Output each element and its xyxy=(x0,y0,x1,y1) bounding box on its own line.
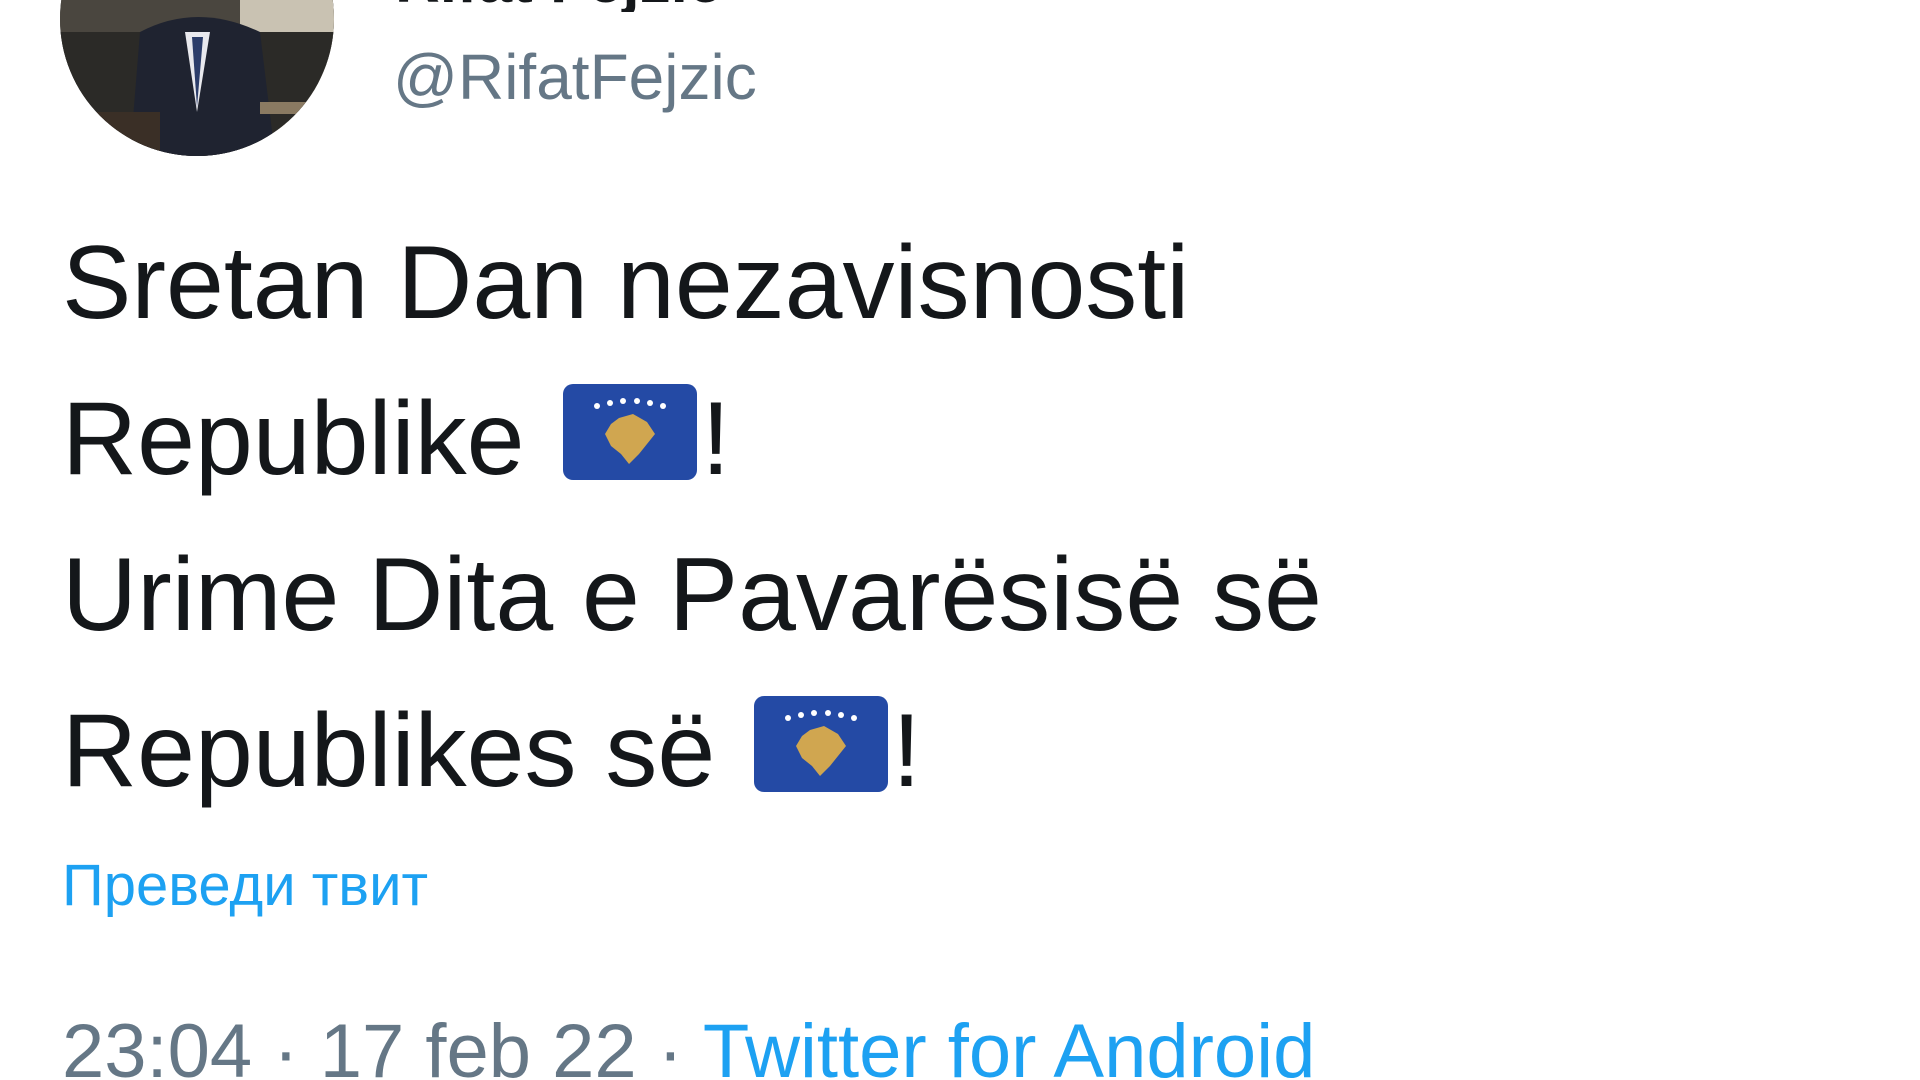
translate-tweet-link[interactable]: Преведи твит xyxy=(62,852,428,919)
tweet-date[interactable]: 17 feb 22 xyxy=(320,1009,637,1080)
display-name[interactable]: Rifat Fejzić xyxy=(395,0,825,12)
tweet-line-2-text: Republike xyxy=(62,381,554,497)
tweet-line-4-text: Republikes së xyxy=(62,693,745,809)
meta-separator: · xyxy=(252,1009,320,1080)
tweet-line-1: Sretan Dan nezavisnosti xyxy=(62,225,1190,341)
tweet-body: Sretan Dan nezavisnosti Republike ! Urim… xyxy=(62,205,1322,829)
tweet-source-link[interactable]: Twitter for Android xyxy=(703,1009,1316,1080)
tweet-line-2: Republike ! xyxy=(62,361,1322,517)
tweet-line-4: Republikes së ! xyxy=(62,673,1322,829)
tweet-line-2-exclaim: ! xyxy=(701,381,731,497)
meta-separator: · xyxy=(636,1009,703,1080)
tweet-time[interactable]: 23:04 xyxy=(62,1009,252,1080)
tweet-metadata: 23:04 · 17 feb 22 · Twitter for Android xyxy=(62,1008,1315,1080)
kosovo-flag-icon xyxy=(754,696,889,792)
tweet-line-3: Urime Dita e Pavarësisë së xyxy=(62,537,1322,653)
kosovo-flag-icon xyxy=(563,384,698,480)
tweet-line-4-exclaim: ! xyxy=(892,693,922,809)
user-handle[interactable]: @RifatFejzic xyxy=(393,40,757,114)
tweet-screenshot: Rifat Fejzić @RifatFejzic Sretan Dan nez… xyxy=(0,0,1920,1080)
avatar[interactable] xyxy=(60,0,334,156)
